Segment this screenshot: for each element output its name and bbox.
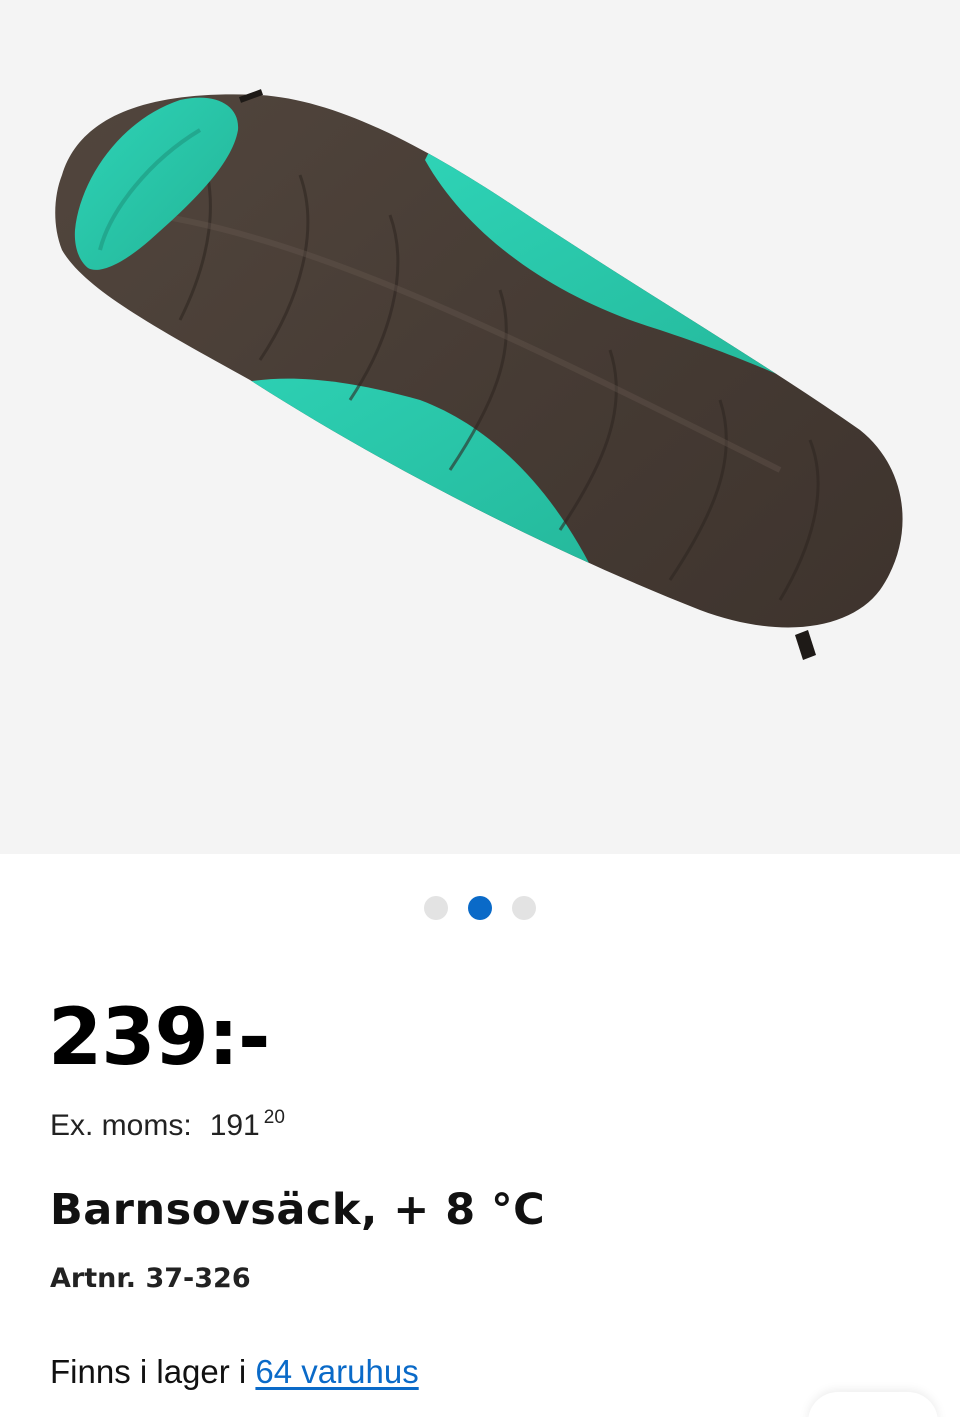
carousel-dot-2-active[interactable] bbox=[468, 896, 492, 920]
product-image[interactable] bbox=[0, 0, 960, 854]
floating-button[interactable] bbox=[808, 1392, 938, 1417]
carousel-dot-3[interactable] bbox=[512, 896, 536, 920]
carousel-dot-1[interactable] bbox=[424, 896, 448, 920]
ex-vat-decimals: 20 bbox=[263, 1107, 285, 1128]
sleeping-bag-illustration bbox=[55, 89, 903, 660]
product-page: 239:- Ex. moms: 191 20 Barnsovsäck, + 8 °C… bbox=[0, 0, 960, 1417]
ex-vat-value: 191 bbox=[209, 1109, 260, 1142]
stock-prefix: Finns i lager i bbox=[50, 1353, 256, 1390]
ex-vat-label: Ex. moms: bbox=[50, 1109, 192, 1142]
stock-status: Finns i lager i 64 varuhus bbox=[50, 1352, 419, 1392]
product-title: Barnsovsäck, + 8 °C bbox=[50, 1185, 546, 1235]
product-price: 239:- bbox=[48, 993, 270, 1083]
price-ex-vat: Ex. moms: 191 20 bbox=[50, 1100, 285, 1144]
image-carousel-indicator bbox=[0, 896, 960, 920]
store-availability-link[interactable]: 64 varuhus bbox=[255, 1353, 418, 1390]
article-number: Artnr. 37-326 bbox=[50, 1263, 251, 1294]
